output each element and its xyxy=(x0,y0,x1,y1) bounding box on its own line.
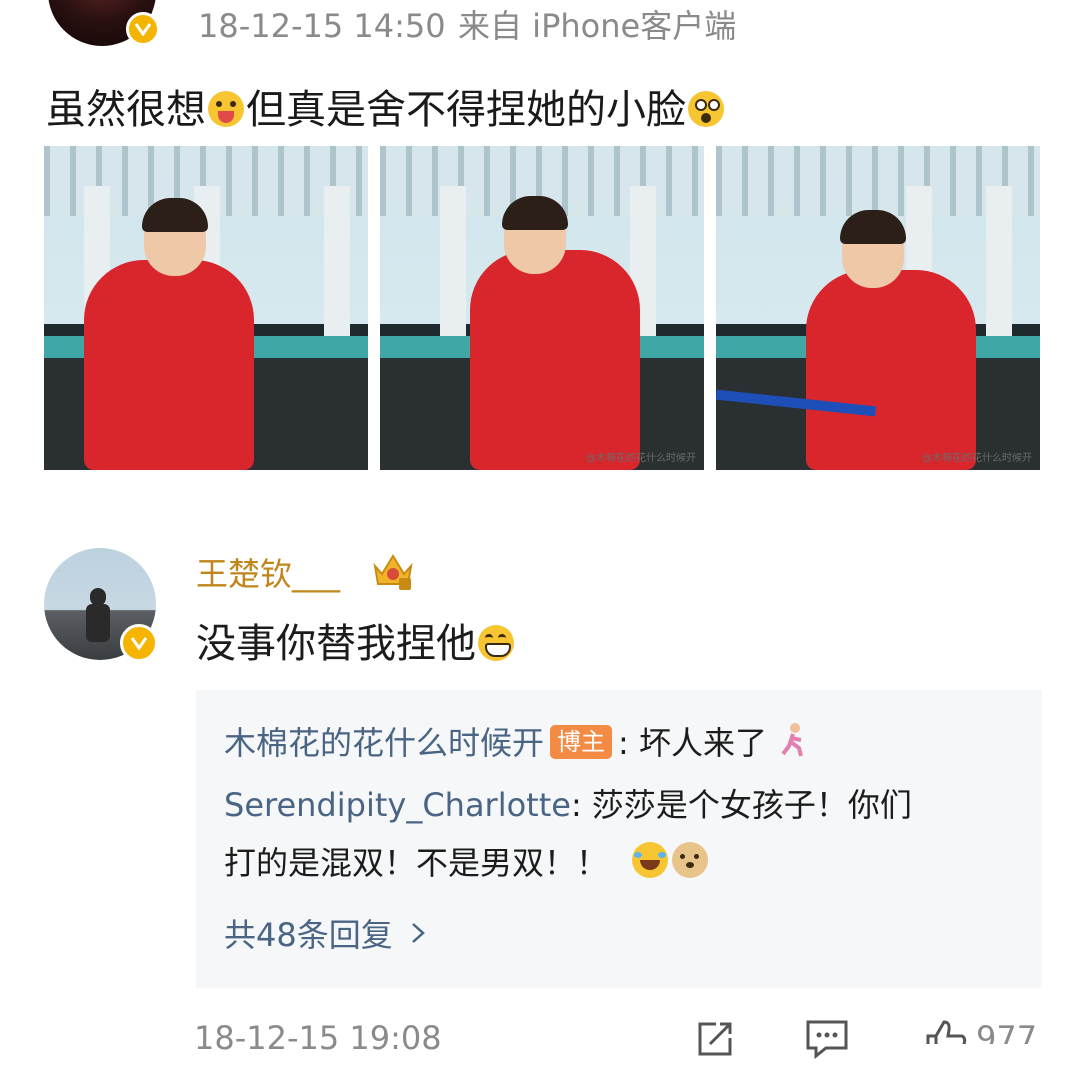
reply-author[interactable]: 木棉花的花什么时候开 xyxy=(224,724,544,762)
comment-text: 没事你替我捏他 xyxy=(196,618,516,670)
reply-item: Serendipity_Charlotte: 莎莎是个女孩子！你们 xyxy=(224,780,912,830)
reply-text-continued: 打的是混双！不是男双！！ xyxy=(224,838,710,888)
author-badge: 博主 xyxy=(550,725,613,759)
crown-icon xyxy=(372,550,414,590)
shocked-emoji-icon xyxy=(688,91,724,127)
grin-emoji-icon xyxy=(478,625,514,661)
comment-icon[interactable] xyxy=(804,1018,850,1060)
tongue-emoji-icon xyxy=(208,91,244,127)
commenter-username[interactable]: 王楚钦___ xyxy=(196,552,340,596)
more-replies-link[interactable]: 共48条回复 xyxy=(224,908,425,960)
post-photo-1[interactable] xyxy=(44,146,368,470)
reply-box[interactable]: 木棉花的花什么时候开 博主: 坏人来了 Serendipity_Charlotte… xyxy=(196,690,1042,988)
verified-icon xyxy=(120,624,158,662)
post-photo-3[interactable]: @木棉花的花什么时候开 xyxy=(716,146,1040,470)
post-source: 来自 iPhone客户端 xyxy=(458,7,737,45)
chevron-right-icon xyxy=(411,908,425,958)
fade-overlay xyxy=(850,1044,1080,1090)
photo-watermark: @木棉花的花什么时候开 xyxy=(586,453,696,464)
more-replies-label: 共48条回复 xyxy=(224,916,393,954)
post-text: 虽然很想 但真是舍不得捏她的小脸 xyxy=(46,84,726,136)
post-text-part1: 虽然很想 xyxy=(46,87,206,133)
photo-watermark: @木棉花的花什么时候开 xyxy=(922,453,1032,464)
runner-emoji-icon xyxy=(777,722,807,758)
post-text-part2: 但真是舍不得捏她的小脸 xyxy=(246,87,686,133)
post-timestamp: 18-12-15 14:50 xyxy=(198,7,446,45)
comment-timestamp: 18-12-15 19:08 xyxy=(194,1019,442,1057)
reply-text: : 坏人来了 xyxy=(618,724,767,762)
reply-author[interactable]: Serendipity_Charlotte xyxy=(224,786,571,824)
doge-emoji-icon xyxy=(672,842,709,878)
reply-text-line2: 打的是混双！不是男双！！ xyxy=(224,844,609,882)
reply-text: : 莎莎是个女孩子！你们 xyxy=(570,786,912,824)
share-icon[interactable] xyxy=(694,1018,736,1060)
laugh-cry-emoji-icon xyxy=(632,842,669,878)
comment-text-content: 没事你替我捏他 xyxy=(196,621,476,667)
reply-item: 木棉花的花什么时候开 博主: 坏人来了 xyxy=(224,718,807,768)
post-photo-2[interactable]: @木棉花的花什么时候开 xyxy=(380,146,704,470)
verified-icon xyxy=(126,12,160,46)
